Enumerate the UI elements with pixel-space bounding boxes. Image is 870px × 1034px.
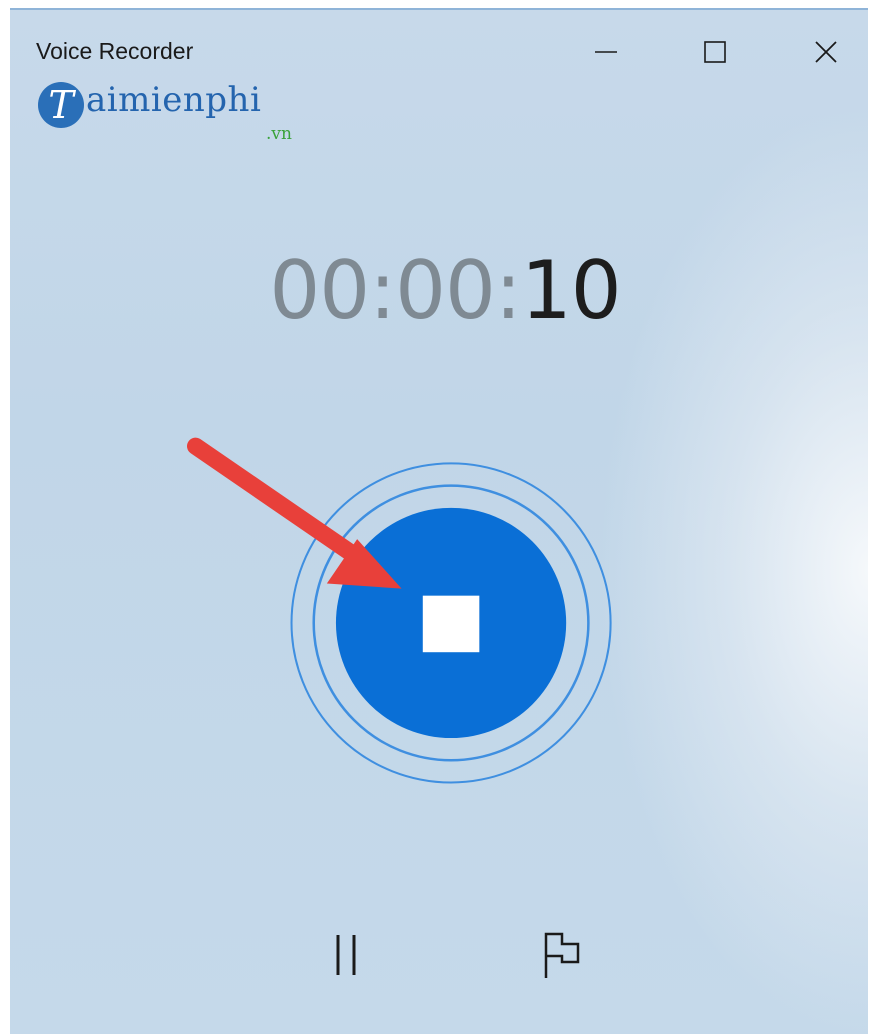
stop-icon: [422, 595, 480, 653]
voice-recorder-window: Voice Recorder T aimienphi .vn 00:00:10: [10, 8, 868, 1034]
stop-recording-button[interactable]: [290, 462, 612, 784]
pause-button[interactable]: [316, 925, 376, 985]
annotation-arrow: [187, 437, 402, 589]
flag-icon: [544, 932, 580, 978]
pause-icon: [336, 935, 356, 975]
add-marker-button[interactable]: [532, 925, 592, 985]
recording-area: [187, 437, 612, 784]
